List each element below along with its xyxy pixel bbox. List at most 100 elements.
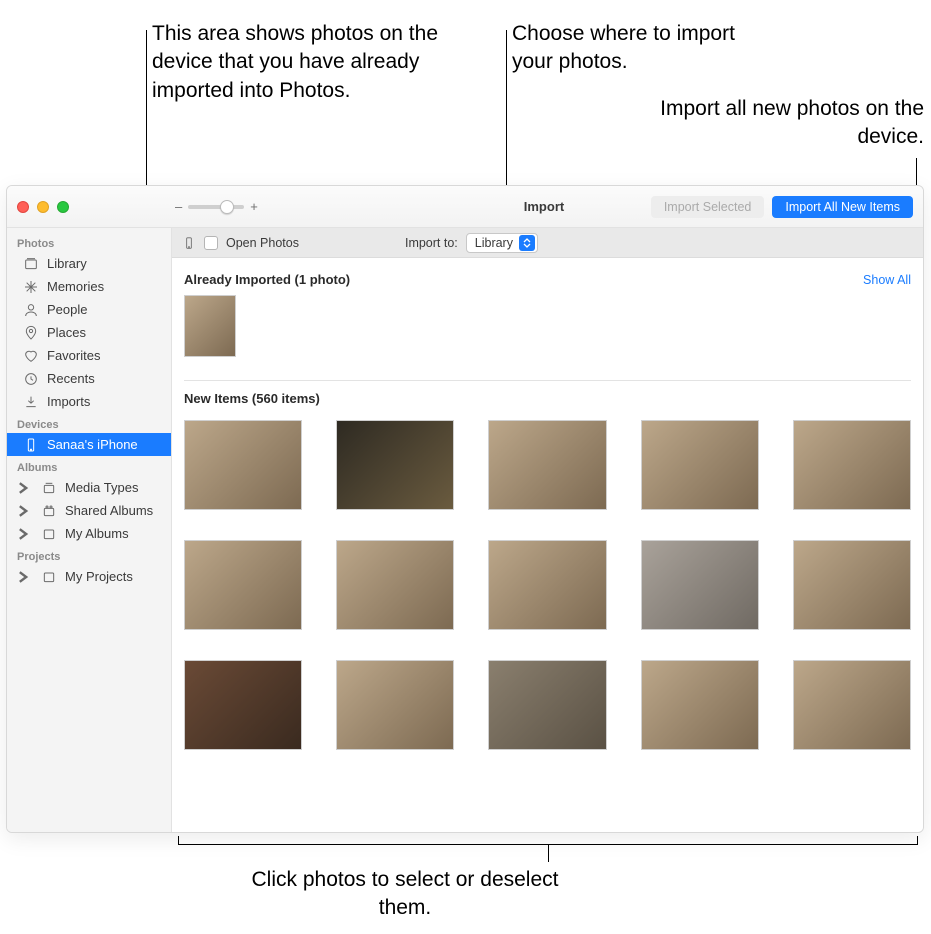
sidebar-section-projects: Projects	[7, 545, 171, 565]
album-icon	[41, 526, 57, 542]
already-imported-header: Already Imported (1 photo) Show All	[184, 272, 911, 287]
photo-thumbnail[interactable]	[488, 660, 606, 750]
sidebar-item-label: Memories	[47, 279, 104, 294]
sidebar: Photos Library Memories People Places Fa…	[7, 228, 172, 832]
sidebar-item-favorites[interactable]: Favorites	[7, 344, 171, 367]
callout-line	[917, 836, 918, 844]
callout-line	[548, 844, 549, 862]
sidebar-item-label: Favorites	[47, 348, 100, 363]
import-to-popup[interactable]: Library	[466, 233, 538, 253]
sidebar-item-recents[interactable]: Recents	[7, 367, 171, 390]
sidebar-item-label: My Albums	[65, 526, 129, 541]
sidebar-section-photos: Photos	[7, 232, 171, 252]
callout-import-all: Import all new photos on the device.	[594, 95, 924, 152]
window-title: Import	[475, 199, 613, 214]
already-imported-title: Already Imported (1 photo)	[184, 272, 350, 287]
import-all-new-items-button[interactable]: Import All New Items	[772, 196, 913, 218]
new-items-title: New Items (560 items)	[184, 391, 320, 406]
sidebar-item-label: Recents	[47, 371, 95, 386]
photo-thumbnail[interactable]	[336, 540, 454, 630]
heart-icon	[23, 348, 39, 364]
photo-thumbnail[interactable]	[641, 660, 759, 750]
photo-thumbnail[interactable]	[184, 660, 302, 750]
import-content: Already Imported (1 photo) Show All New …	[172, 258, 923, 832]
zoom-window-button[interactable]	[57, 201, 69, 213]
zoom-out-label: –	[175, 199, 182, 214]
callout-select-hint: Click photos to select or deselect them.	[250, 866, 560, 923]
sidebar-item-label: Media Types	[65, 480, 138, 495]
sidebar-item-media-types[interactable]: Media Types	[7, 476, 171, 499]
person-icon	[23, 302, 39, 318]
sidebar-item-label: Imports	[47, 394, 90, 409]
window-controls	[17, 201, 69, 213]
popup-arrows-icon	[519, 235, 535, 251]
sidebar-item-label: Places	[47, 325, 86, 340]
star-burst-icon	[23, 279, 39, 295]
download-icon	[23, 394, 39, 410]
photo-thumbnail[interactable]	[641, 420, 759, 510]
sidebar-item-label: Library	[47, 256, 87, 271]
photo-thumbnail[interactable]	[793, 660, 911, 750]
import-selected-button: Import Selected	[651, 196, 765, 218]
phone-icon	[182, 234, 196, 252]
callout-import-to: Choose where to import your photos.	[512, 20, 772, 77]
photo-thumbnail[interactable]	[488, 420, 606, 510]
photos-app-window: – + Import Import Selected Import All Ne…	[6, 185, 924, 833]
map-pin-icon	[23, 325, 39, 341]
chevron-right-icon	[15, 480, 31, 496]
import-to-label: Import to:	[405, 236, 458, 250]
library-icon	[23, 256, 39, 272]
callout-line	[916, 158, 917, 188]
sidebar-item-device[interactable]: Sanaa's iPhone	[7, 433, 171, 456]
photo-thumbnail[interactable]	[793, 540, 911, 630]
zoom-in-label: +	[250, 199, 258, 214]
photo-thumbnail[interactable]	[336, 420, 454, 510]
callout-line	[178, 836, 179, 844]
already-imported-thumbnail[interactable]	[184, 295, 236, 357]
sidebar-item-people[interactable]: People	[7, 298, 171, 321]
shared-album-icon	[41, 503, 57, 519]
chevron-right-icon	[15, 503, 31, 519]
minimize-window-button[interactable]	[37, 201, 49, 213]
zoom-slider-thumb[interactable]	[220, 200, 234, 214]
new-items-header: New Items (560 items)	[184, 391, 911, 406]
stack-icon	[41, 480, 57, 496]
photo-thumbnail[interactable]	[336, 660, 454, 750]
chevron-right-icon	[15, 526, 31, 542]
photo-thumbnail[interactable]	[641, 540, 759, 630]
titlebar: – + Import Import Selected Import All Ne…	[7, 186, 923, 228]
sidebar-item-label: Shared Albums	[65, 503, 153, 518]
import-options-bar: Open Photos Import to: Library	[172, 228, 923, 258]
sidebar-item-shared-albums[interactable]: Shared Albums	[7, 499, 171, 522]
phone-icon	[23, 437, 39, 453]
clock-icon	[23, 371, 39, 387]
callout-already-imported: This area shows photos on the device tha…	[152, 20, 462, 105]
sidebar-item-imports[interactable]: Imports	[7, 390, 171, 413]
new-items-grid	[184, 420, 911, 750]
show-all-link[interactable]: Show All	[863, 273, 911, 287]
sidebar-item-places[interactable]: Places	[7, 321, 171, 344]
sidebar-section-albums: Albums	[7, 456, 171, 476]
close-window-button[interactable]	[17, 201, 29, 213]
thumbnail-zoom-slider[interactable]: – +	[175, 199, 258, 214]
main-content: Open Photos Import to: Library Already I…	[172, 228, 923, 832]
chevron-right-icon	[15, 569, 31, 585]
sidebar-item-library[interactable]: Library	[7, 252, 171, 275]
sidebar-item-memories[interactable]: Memories	[7, 275, 171, 298]
zoom-slider-track[interactable]	[188, 205, 244, 209]
sidebar-item-label: My Projects	[65, 569, 133, 584]
open-photos-checkbox[interactable]	[204, 236, 218, 250]
import-to-value: Library	[475, 236, 513, 250]
sidebar-section-devices: Devices	[7, 413, 171, 433]
sidebar-item-my-albums[interactable]: My Albums	[7, 522, 171, 545]
photo-thumbnail[interactable]	[793, 420, 911, 510]
open-photos-label: Open Photos	[226, 236, 299, 250]
sidebar-item-label: Sanaa's iPhone	[47, 437, 138, 452]
photo-thumbnail[interactable]	[488, 540, 606, 630]
sidebar-item-label: People	[47, 302, 87, 317]
section-divider	[184, 380, 911, 381]
photo-thumbnail[interactable]	[184, 420, 302, 510]
photo-thumbnail[interactable]	[184, 540, 302, 630]
sidebar-item-my-projects[interactable]: My Projects	[7, 565, 171, 588]
project-icon	[41, 569, 57, 585]
